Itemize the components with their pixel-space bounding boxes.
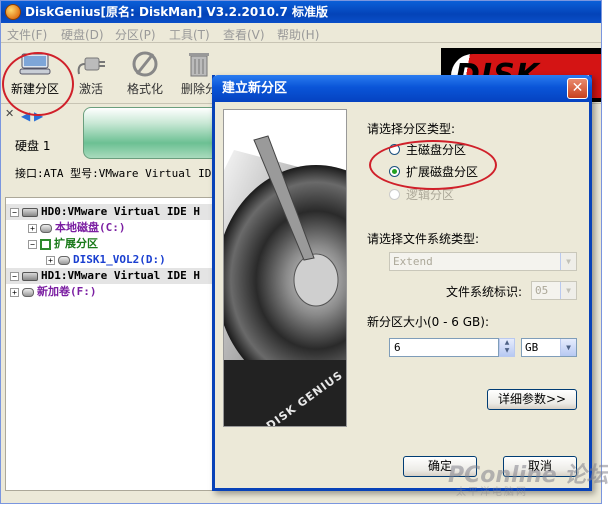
tree-item-new-volume[interactable]: + 新加卷(F:) — [10, 284, 97, 300]
window-title: DiskGenius[原名: DiskMan] V3.2.2010.7 标准版 — [25, 5, 329, 19]
tree-label-vol: DISK1_VOL2(D:) — [73, 253, 166, 266]
disk-label: 硬盘 1 — [15, 139, 51, 153]
expand-icon[interactable]: + — [28, 223, 37, 233]
fs-id-label: 文件系统标识: — [446, 285, 523, 299]
expand-icon[interactable]: + — [10, 287, 19, 297]
partition-icon — [40, 223, 52, 233]
format-label: 格式化 — [126, 82, 163, 96]
disk-map-bar[interactable] — [83, 107, 223, 159]
plug-icon — [75, 50, 107, 78]
expand-icon[interactable]: + — [46, 255, 55, 265]
hard-disk-icon — [22, 207, 38, 217]
partition-icon — [58, 255, 70, 265]
dialog-title-bar: 建立新分区 ✕ — [212, 75, 592, 102]
disk-tree-panel: − HD0:VMware Virtual IDE H + 本地磁盘(C:) − 扩展分… — [5, 197, 221, 491]
close-button[interactable]: ✕ — [567, 78, 588, 99]
extended-partition-icon — [40, 238, 51, 250]
partition-size-value: 6 — [394, 341, 401, 354]
fs-id-select[interactable]: 05 ▼ — [531, 281, 577, 300]
menu-tools[interactable]: 工具(T) — [169, 26, 210, 43]
fs-type-value: Extend — [393, 255, 433, 268]
menu-view[interactable]: 查看(V) — [223, 26, 265, 43]
size-spinner[interactable]: ▲ ▼ — [499, 338, 515, 357]
menu-file[interactable]: 文件(F) — [7, 26, 47, 43]
tree-item-extended[interactable]: − 扩展分区 — [28, 236, 98, 252]
dialog-title: 建立新分区 — [222, 81, 288, 96]
collapse-icon[interactable]: − — [10, 207, 19, 217]
tree-item-local-disk[interactable]: + 本地磁盘(C:) — [28, 220, 126, 236]
chevron-down-icon[interactable]: ▼ — [560, 339, 576, 356]
app-icon — [5, 4, 21, 20]
tree-label-hd1: HD1:VMware Virtual IDE H — [41, 269, 200, 282]
format-icon — [129, 50, 161, 78]
format-button[interactable]: 格式化 — [115, 46, 175, 102]
tree-label-hd0: HD0:VMware Virtual IDE H — [41, 205, 200, 218]
collapse-icon[interactable]: − — [28, 239, 37, 249]
chevron-down-icon[interactable]: ▼ — [560, 282, 576, 299]
details-button[interactable]: 详细参数>> — [487, 389, 577, 410]
hard-disk-illustration: DISK GENIUS — [223, 109, 347, 427]
close-icon[interactable]: ✕ — [5, 107, 14, 120]
size-unit-select[interactable]: GB ▼ — [521, 338, 577, 357]
interface-label: 接口:ATA 型号:VMware Virtual IDE — [15, 167, 218, 180]
tree-item-vol[interactable]: + DISK1_VOL2(D:) — [46, 252, 166, 268]
trash-icon — [183, 50, 215, 78]
fs-id-value: 05 — [535, 284, 549, 297]
fs-type-label: 请选择文件系统类型: — [367, 232, 480, 246]
partition-type-label: 请选择分区类型: — [367, 122, 456, 136]
ok-button[interactable]: 确定 — [403, 456, 477, 477]
tree-item-hd1[interactable]: − HD1:VMware Virtual IDE H — [6, 268, 220, 284]
annotation-circle — [2, 52, 74, 116]
radio-button-icon[interactable] — [389, 189, 400, 200]
radio-logical-label: 逻辑分区 — [406, 188, 455, 202]
menu-bar: 文件(F) 硬盘(D) 分区(P) 工具(T) 查看(V) 帮助(H) — [1, 23, 601, 43]
new-partition-dialog: 建立新分区 ✕ DISK GENIUS 请选择分区类型: 主磁盘分区 扩展磁盘分… — [212, 75, 592, 491]
annotation-circle — [369, 140, 497, 190]
fs-type-select[interactable]: Extend ▼ — [389, 252, 577, 271]
tree-label-local-disk: 本地磁盘(C:) — [55, 221, 126, 234]
size-label: 新分区大小(0 - 6 GB): — [367, 315, 489, 329]
tree-label-new-volume: 新加卷(F:) — [37, 285, 97, 298]
cancel-button[interactable]: 取消 — [503, 456, 577, 477]
menu-help[interactable]: 帮助(H) — [277, 26, 319, 43]
size-unit-value: GB — [525, 341, 539, 354]
title-bar: DiskGenius[原名: DiskMan] V3.2.2010.7 标准版 — [1, 1, 601, 23]
tree-item-hd0[interactable]: − HD0:VMware Virtual IDE H — [6, 204, 220, 220]
partition-size-input[interactable]: 6 — [389, 338, 499, 357]
tree-label-extended: 扩展分区 — [54, 237, 98, 250]
chevron-down-icon[interactable]: ▼ — [560, 253, 576, 270]
hard-disk-icon — [22, 271, 38, 281]
partition-icon — [22, 287, 34, 297]
activate-label: 激活 — [78, 82, 103, 96]
menu-partition[interactable]: 分区(P) — [115, 26, 156, 43]
collapse-icon[interactable]: − — [10, 271, 19, 281]
menu-disk[interactable]: 硬盘(D) — [61, 26, 104, 43]
